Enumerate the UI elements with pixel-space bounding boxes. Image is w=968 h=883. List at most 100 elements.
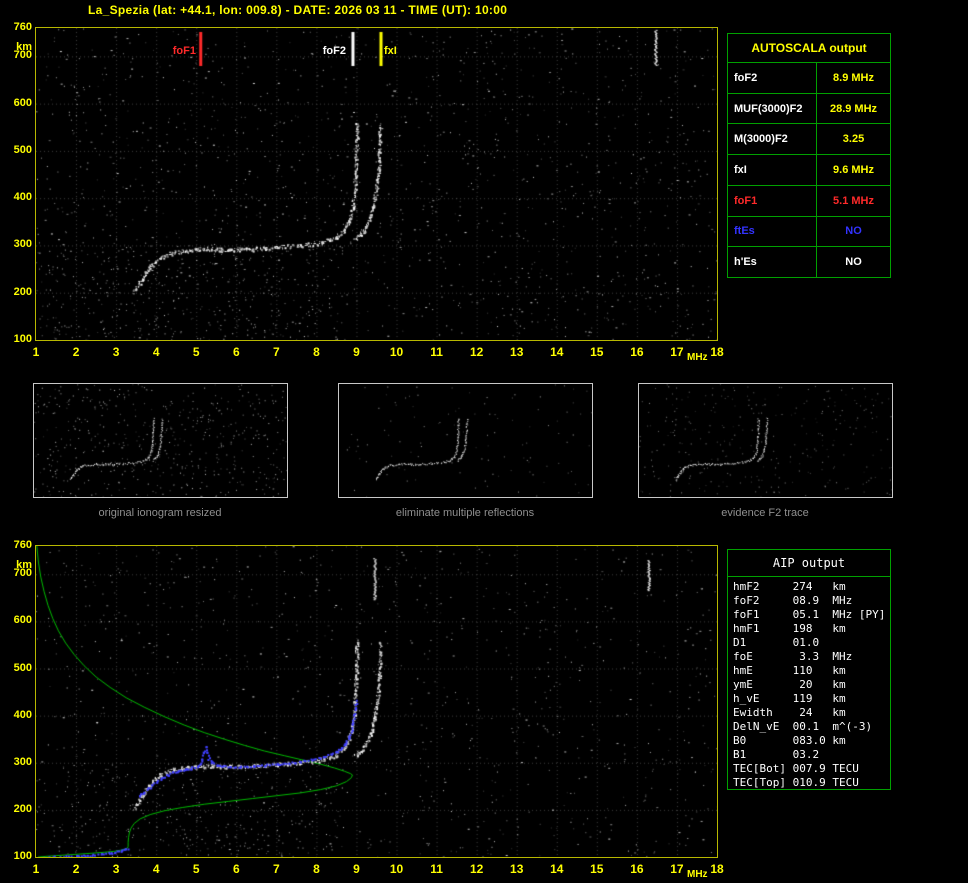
ionogram-top-canvas <box>36 28 717 340</box>
thumb-original-ionogram <box>33 383 288 498</box>
station-title: La_Spezia (lat: +44.1, lon: 009.8) - DAT… <box>88 3 507 17</box>
y-tick-label: 400 <box>2 709 32 721</box>
y-tick-label: 200 <box>2 803 32 815</box>
x-tick-label: 1 <box>33 345 40 359</box>
aip-row-hmF1: hmF1 198 km <box>733 622 890 636</box>
x-tick-label: 13 <box>510 345 523 359</box>
y-tick-label: 500 <box>2 662 32 674</box>
autoscala-row-fxI: fxI9.6 MHz <box>728 155 890 186</box>
x-tick-label: 4 <box>153 862 160 876</box>
y-tick-label: 760 <box>2 21 32 33</box>
thumb-eliminate-reflections <box>338 383 593 498</box>
autoscala-row-label: h'Es <box>728 247 817 277</box>
x-tick-label: 16 <box>630 345 643 359</box>
autoscala-row-label: M(3000)F2 <box>728 124 817 154</box>
autoscala-row-foF2: foF28.9 MHz <box>728 63 890 94</box>
ionogram-bottom-canvas <box>36 546 717 857</box>
thumb-eliminate-canvas <box>339 384 592 497</box>
autoscala-row-h'Es: h'EsNO <box>728 247 890 277</box>
y-tick-label: 300 <box>2 756 32 768</box>
aip-rows: hmF2 274 kmfoF2 08.9 MHzfoF1 05.1 MHz [P… <box>728 577 890 790</box>
aip-row-ymE: ymE 20 km <box>733 678 890 692</box>
y-tick-label: 600 <box>2 614 32 626</box>
x-tick-label: 3 <box>113 345 120 359</box>
ionogram-plot-bottom <box>35 545 718 858</box>
aip-row-Ewidth: Ewidth 24 km <box>733 706 890 720</box>
x-tick-label: 10 <box>390 862 403 876</box>
y-tick-label: 600 <box>2 97 32 109</box>
aip-row-hmF2: hmF2 274 km <box>733 580 890 594</box>
x-tick-label: 11 <box>430 345 443 359</box>
autoscala-row-value: NO <box>817 217 890 247</box>
y-tick-label: 500 <box>2 144 32 156</box>
aip-row-hmE: hmE 110 km <box>733 664 890 678</box>
autoscala-row-label: MUF(3000)F2 <box>728 94 817 124</box>
y-tick-label: 100 <box>2 850 32 862</box>
autoscala-row-label: foF1 <box>728 186 817 216</box>
y-tick-label: 200 <box>2 286 32 298</box>
km-unit-label: km <box>2 41 32 53</box>
autoscala-row-value: 5.1 MHz <box>817 186 890 216</box>
x-tick-label: 6 <box>233 862 240 876</box>
x-tick-label: 14 <box>550 862 563 876</box>
thumb-caption-evidence: evidence F2 trace <box>721 507 808 519</box>
y-tick-label: 100 <box>2 333 32 345</box>
autoscala-row-value: NO <box>817 247 890 277</box>
x-tick-label: 12 <box>470 862 483 876</box>
aip-row-foE: foE 3.3 MHz <box>733 650 890 664</box>
autoscala-row-foF1: foF15.1 MHz <box>728 186 890 217</box>
x-tick-label: 2 <box>73 862 80 876</box>
x-tick-label: 18 <box>710 862 723 876</box>
x-tick-label: 9 <box>353 345 360 359</box>
aip-row-DelN_vE: DelN_vE 00.1 m^(-3) <box>733 720 890 734</box>
aip-output-panel: AIP output hmF2 274 kmfoF2 08.9 MHzfoF1 … <box>727 549 891 790</box>
autoscala-row-label: foF2 <box>728 63 817 93</box>
x-tick-label: 16 <box>630 862 643 876</box>
autoscala-row-ftEs: ftEsNO <box>728 217 890 248</box>
km-unit-label: km <box>2 559 32 571</box>
x-tick-label: 9 <box>353 862 360 876</box>
autoscala-panel-header: AUTOSCALA output <box>728 34 890 63</box>
x-tick-label: 15 <box>590 345 603 359</box>
x-tick-label: 12 <box>470 345 483 359</box>
autoscala-row-label: ftEs <box>728 217 817 247</box>
foF1-marker-label: foF1 <box>156 45 196 57</box>
fxI-marker-label: fxI <box>384 45 397 57</box>
autoscala-row-MUF(3000)F2: MUF(3000)F228.9 MHz <box>728 94 890 125</box>
x-tick-label: 14 <box>550 345 563 359</box>
mhz-unit-label: MHz <box>687 352 708 363</box>
autoscala-row-value: 3.25 <box>817 124 890 154</box>
autoscala-row-M(3000)F2: M(3000)F23.25 <box>728 124 890 155</box>
x-tick-label: 17 <box>670 862 683 876</box>
aip-row-D1: D1 01.0 <box>733 636 890 650</box>
thumb-caption-eliminate: eliminate multiple reflections <box>396 507 534 519</box>
thumb-evidence-f2 <box>638 383 893 498</box>
thumb-evidence-canvas <box>639 384 892 497</box>
y-tick-label: 760 <box>2 539 32 551</box>
x-tick-label: 2 <box>73 345 80 359</box>
autoscala-row-value: 9.6 MHz <box>817 155 890 185</box>
autoscala-output-panel: AUTOSCALA output foF28.9 MHzMUF(3000)F22… <box>727 33 891 278</box>
foF2-marker-label: foF2 <box>304 45 346 57</box>
x-tick-label: 8 <box>313 345 320 359</box>
x-tick-label: 7 <box>273 345 280 359</box>
aip-row-B1: B1 03.2 <box>733 748 890 762</box>
x-tick-label: 5 <box>193 862 200 876</box>
aip-row-foF1: foF1 05.1 MHz [PY] <box>733 608 890 622</box>
x-tick-label: 8 <box>313 862 320 876</box>
autoscala-row-value: 28.9 MHz <box>817 94 890 124</box>
x-tick-label: 7 <box>273 862 280 876</box>
aip-row-h_vE: h_vE 119 km <box>733 692 890 706</box>
x-tick-label: 6 <box>233 345 240 359</box>
y-tick-label: 300 <box>2 238 32 250</box>
autoscala-row-label: fxI <box>728 155 817 185</box>
aip-row-B0: B0 083.0 km <box>733 734 890 748</box>
aip-row-TEC[Top]: TEC[Top] 010.9 TECU <box>733 776 890 790</box>
x-tick-label: 10 <box>390 345 403 359</box>
x-tick-label: 17 <box>670 345 683 359</box>
x-tick-label: 11 <box>430 862 443 876</box>
x-tick-label: 15 <box>590 862 603 876</box>
aip-row-foF2: foF2 08.9 MHz <box>733 594 890 608</box>
thumb-original-canvas <box>34 384 287 497</box>
x-tick-label: 13 <box>510 862 523 876</box>
